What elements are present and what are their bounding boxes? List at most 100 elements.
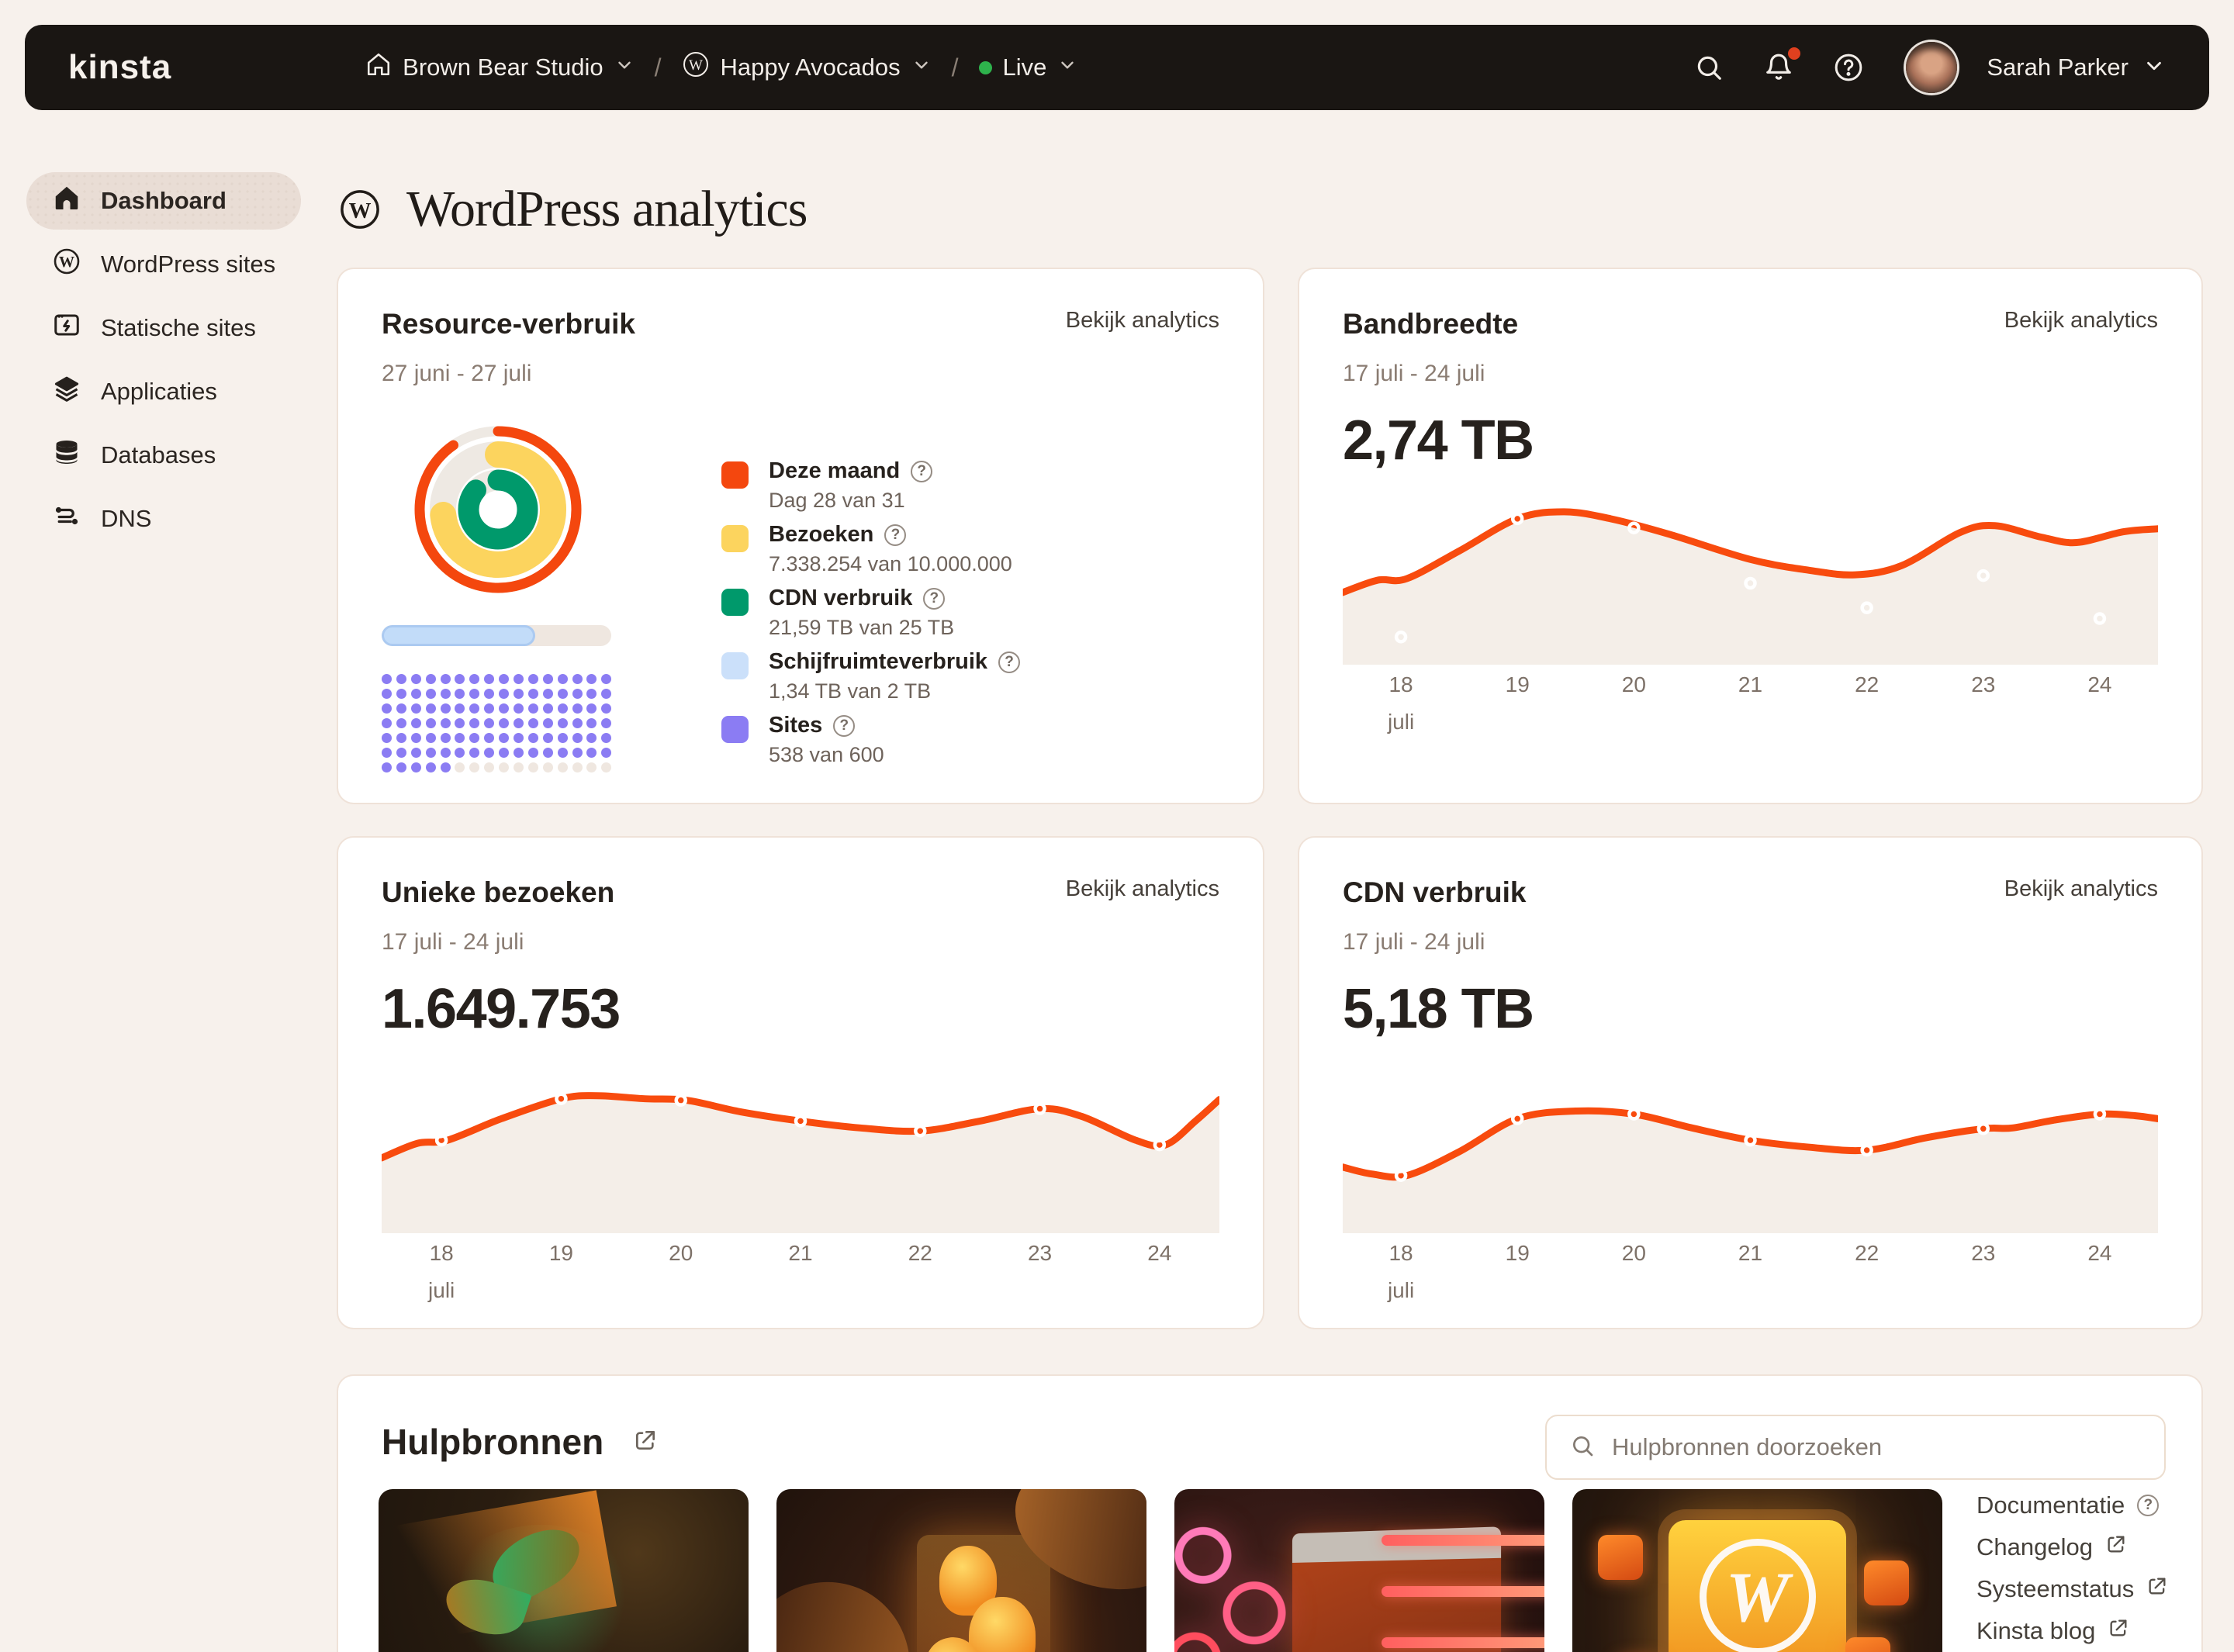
resources-search: [1545, 1415, 2166, 1480]
sidebar-item-label: Dashboard: [101, 187, 227, 215]
resources-card: Hulpbronnen W: [337, 1374, 2203, 1652]
dns-route-icon: [53, 502, 81, 536]
breadcrumb: Brown Bear Studio / W Happy Avocados / L…: [365, 50, 1077, 85]
svg-text:W: W: [59, 254, 74, 271]
view-analytics-link[interactable]: Bekijk analytics: [2004, 876, 2158, 902]
wordpress-icon: W: [1700, 1539, 1816, 1652]
resource-usage-card: Resource-verbruik Bekijk analytics 27 ju…: [337, 268, 1264, 804]
wordpress-icon: W: [682, 50, 710, 85]
legend-swatch: [721, 589, 749, 616]
sidebar-item-static-sites[interactable]: Statische sites: [26, 299, 301, 357]
bandwidth-total: 2,74 TB: [1343, 409, 2158, 472]
svg-text:W: W: [689, 57, 703, 74]
help-icon[interactable]: ?: [833, 715, 855, 737]
breadcrumb-separator: /: [655, 54, 662, 82]
help-icon: [1833, 52, 1864, 83]
resource-thumbnail-3[interactable]: [1174, 1489, 1544, 1652]
external-link-icon: [2108, 1617, 2129, 1645]
chevron-down-icon: [1057, 54, 1077, 81]
x-axis-unit: juli: [1343, 710, 2158, 739]
notifications-button[interactable]: [1760, 49, 1797, 86]
sidebar-item-applications[interactable]: Applicaties: [26, 363, 301, 420]
resource-thumbnail-4[interactable]: W: [1572, 1489, 1942, 1652]
help-icon: ?: [2137, 1495, 2159, 1516]
sidebar-item-label: WordPress sites: [101, 251, 275, 278]
home-icon: [365, 51, 392, 84]
external-link-icon: [2146, 1575, 2168, 1603]
breadcrumb-company[interactable]: Brown Bear Studio: [365, 51, 634, 84]
resource-legend: Deze maand? Dag 28 van 31 Bezoeken? 7.33…: [721, 458, 1020, 772]
card-title: Unieke bezoeken: [382, 876, 614, 909]
breadcrumb-company-label: Brown Bear Studio: [403, 54, 603, 81]
breadcrumb-environment-label: Live: [1003, 54, 1047, 81]
help-icon[interactable]: ?: [923, 588, 945, 610]
link-documentation[interactable]: Documentatie ?: [1976, 1484, 2201, 1526]
date-range: 27 juni - 27 juli: [382, 361, 1219, 387]
user-menu[interactable]: Sarah Parker: [1900, 42, 2166, 93]
legend-item-disk: Schijfruimteverbruik? 1,34 TB van 2 TB: [721, 649, 1020, 703]
chevron-down-icon: [2142, 54, 2166, 81]
bandwidth-card: Bandbreedte Bekijk analytics 17 juli - 2…: [1298, 268, 2203, 804]
breadcrumb-separator: /: [952, 54, 959, 82]
disk-usage-progress: [382, 625, 611, 646]
card-title: Resource-verbruik: [382, 308, 635, 340]
legend-item-visits: Bezoeken? 7.338.254 van 10.000.000: [721, 522, 1020, 576]
page-header: W WordPress analytics: [340, 180, 807, 239]
link-system-status[interactable]: Systeemstatus: [1976, 1568, 2201, 1610]
legend-swatch: [721, 461, 749, 489]
cdn-usage-chart: 18192021222324juli: [1343, 1067, 2158, 1308]
sidebar-item-label: Statische sites: [101, 314, 256, 342]
external-link-icon[interactable]: [633, 1428, 658, 1457]
breadcrumb-site[interactable]: W Happy Avocados: [682, 50, 932, 85]
database-icon: [53, 438, 81, 472]
link-kinsta-blog[interactable]: Kinsta blog: [1976, 1610, 2201, 1652]
bandwidth-chart: 18192021222324juli: [1343, 499, 2158, 739]
help-icon[interactable]: ?: [998, 651, 1020, 673]
date-range: 17 juli - 24 juli: [382, 929, 1219, 956]
legend-swatch: [721, 652, 749, 679]
sidebar: Dashboard W WordPress sites Statische si…: [26, 172, 301, 554]
legend-swatch: [721, 525, 749, 552]
unique-visits-chart: 18192021222324juli: [382, 1067, 1219, 1308]
x-axis-unit: juli: [1343, 1278, 2158, 1308]
resource-thumbnail-1[interactable]: [379, 1489, 749, 1652]
x-axis-labels: 18192021222324: [382, 1241, 1219, 1270]
breadcrumb-site-label: Happy Avocados: [721, 54, 901, 81]
sidebar-item-label: DNS: [101, 505, 151, 533]
kinsta-logo[interactable]: kinsta: [68, 48, 171, 87]
wordpress-icon: W: [340, 189, 380, 230]
view-analytics-link[interactable]: Bekijk analytics: [1066, 876, 1219, 902]
breadcrumb-environment[interactable]: Live: [979, 54, 1078, 81]
view-analytics-link[interactable]: Bekijk analytics: [2004, 308, 2158, 334]
help-icon[interactable]: ?: [911, 461, 932, 482]
external-link-icon: [2105, 1533, 2127, 1561]
sidebar-item-wordpress-sites[interactable]: W WordPress sites: [26, 236, 301, 293]
sidebar-item-label: Databases: [101, 441, 216, 469]
chevron-down-icon: [911, 54, 932, 81]
top-navbar: kinsta Brown Bear Studio / W Happy Avoca…: [25, 25, 2209, 110]
resource-thumbnail-2[interactable]: [776, 1489, 1146, 1652]
cdn-usage-card: CDN verbruik Bekijk analytics 17 juli - …: [1298, 836, 2203, 1329]
search-icon: [1570, 1433, 1595, 1462]
help-button[interactable]: [1830, 49, 1867, 86]
cdn-total: 5,18 TB: [1343, 977, 2158, 1041]
resource-donut-chart: [413, 424, 583, 599]
sidebar-item-dashboard[interactable]: Dashboard: [26, 172, 301, 230]
svg-text:W: W: [349, 199, 372, 223]
sidebar-item-databases[interactable]: Databases: [26, 427, 301, 484]
resources-search-input[interactable]: [1612, 1433, 2141, 1461]
static-site-icon: [53, 311, 81, 345]
view-analytics-link[interactable]: Bekijk analytics: [1066, 308, 1219, 334]
legend-swatch: [721, 716, 749, 743]
wordpress-icon: W: [53, 247, 81, 282]
notification-badge: [1788, 47, 1800, 60]
resources-links: Documentatie ? Changelog Systeemstatus K…: [1976, 1484, 2201, 1652]
sidebar-item-dns[interactable]: DNS: [26, 490, 301, 548]
help-icon[interactable]: ?: [884, 524, 906, 546]
search-button[interactable]: [1690, 49, 1727, 86]
unique-visits-card: Unieke bezoeken Bekijk analytics 17 juli…: [337, 836, 1264, 1329]
live-status-dot: [979, 61, 992, 74]
search-icon: [1694, 53, 1724, 82]
link-changelog[interactable]: Changelog: [1976, 1526, 2201, 1568]
card-title: Bandbreedte: [1343, 308, 1518, 340]
